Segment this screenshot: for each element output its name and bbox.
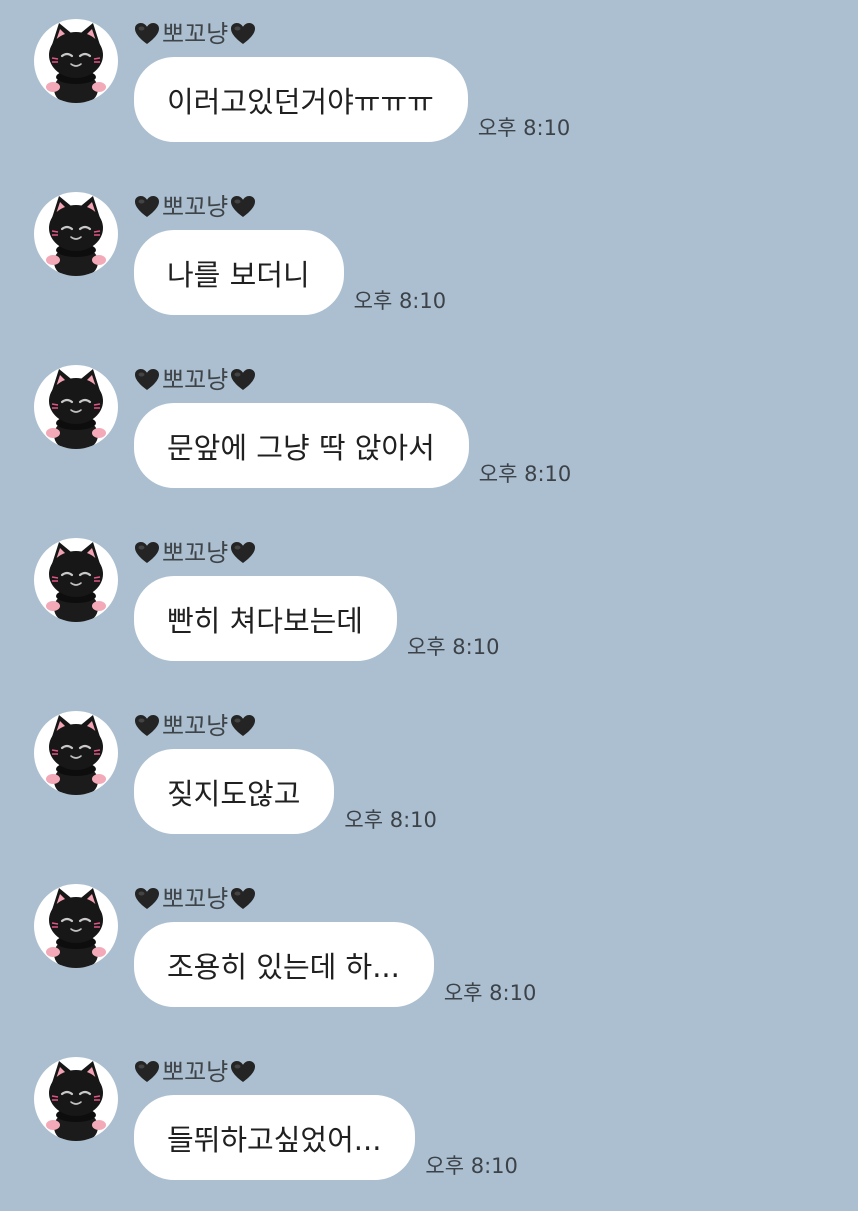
message-row: 조용히 있는데 하... 오후 8:10: [134, 922, 536, 1007]
sender-label: 뽀꼬냥: [134, 882, 256, 916]
message-timestamp: 오후 8:10: [443, 981, 537, 1005]
black-heart-icon: [230, 541, 256, 565]
sender-name: 뽀꼬냥: [162, 20, 229, 48]
message-item: 뽀꼬냥 조용히 있는데 하... 오후 8:10: [0, 865, 858, 1038]
message-row: 문앞에 그냥 딱 앉아서 오후 8:10: [134, 403, 571, 488]
cat-avatar-icon[interactable]: [34, 19, 118, 103]
sender-name: 뽀꼬냥: [162, 885, 229, 913]
cat-avatar-icon[interactable]: [34, 192, 118, 276]
message-bubble[interactable]: 나를 보더니: [134, 230, 344, 315]
message-item: 뽀꼬냥 이러고있던거야ㅠㅠㅠ 오후 8:10: [0, 0, 858, 173]
message-timestamp: 오후 8:10: [477, 116, 571, 140]
sender-label: 뽀꼬냥: [134, 190, 256, 224]
message-row: 이러고있던거야ㅠㅠㅠ 오후 8:10: [134, 57, 570, 142]
message-item: 뽀꼬냥 빤히 쳐다보는데 오후 8:10: [0, 519, 858, 692]
message-bubble[interactable]: 이러고있던거야ㅠㅠㅠ: [134, 57, 468, 142]
message-bubble[interactable]: 문앞에 그냥 딱 앉아서: [134, 403, 469, 488]
cat-avatar-icon[interactable]: [34, 365, 118, 449]
sender-label: 뽀꼬냥: [134, 17, 256, 51]
message-item: 뽀꼬냥 문앞에 그냥 딱 앉아서 오후 8:10: [0, 346, 858, 519]
sender-name: 뽀꼬냥: [162, 366, 229, 394]
message-row: 나를 보더니 오후 8:10: [134, 230, 446, 315]
black-heart-icon: [230, 887, 256, 911]
message-bubble[interactable]: 짖지도않고: [134, 749, 335, 834]
black-heart-icon: [230, 1060, 256, 1084]
message-row: 빤히 쳐다보는데 오후 8:10: [134, 576, 499, 661]
sender-label: 뽀꼬냥: [134, 709, 256, 743]
message-bubble[interactable]: 빤히 쳐다보는데: [134, 576, 397, 661]
black-heart-icon: [134, 195, 160, 219]
black-heart-icon: [230, 714, 256, 738]
black-heart-icon: [134, 368, 160, 392]
message-item: 뽀꼬냥 짖지도않고 오후 8:10: [0, 692, 858, 865]
sender-label: 뽀꼬냥: [134, 536, 256, 570]
black-heart-icon: [134, 541, 160, 565]
chat-message-list: 뽀꼬냥 이러고있던거야ㅠㅠㅠ 오후 8:10 뽀꼬냥 나를 보더니 오후 8:1…: [0, 0, 858, 1200]
cat-avatar-icon[interactable]: [34, 711, 118, 795]
black-heart-icon: [134, 1060, 160, 1084]
message-timestamp: 오후 8:10: [406, 635, 500, 659]
message-row: 짖지도않고 오후 8:10: [134, 749, 437, 834]
black-heart-icon: [230, 22, 256, 46]
message-row: 들뛰하고싶었어... 오후 8:10: [134, 1095, 518, 1180]
black-heart-icon: [230, 368, 256, 392]
sender-name: 뽀꼬냥: [162, 193, 229, 221]
message-timestamp: 오후 8:10: [344, 808, 437, 832]
cat-avatar-icon[interactable]: [34, 538, 118, 622]
sender-label: 뽀꼬냥: [134, 1055, 256, 1089]
message-bubble[interactable]: 조용히 있는데 하...: [134, 922, 434, 1007]
sender-label: 뽀꼬냥: [134, 363, 256, 397]
sender-name: 뽀꼬냥: [162, 712, 229, 740]
message-timestamp: 오후 8:10: [425, 1154, 518, 1178]
message-timestamp: 오후 8:10: [353, 289, 447, 313]
black-heart-icon: [134, 22, 160, 46]
cat-avatar-icon[interactable]: [34, 884, 118, 968]
message-timestamp: 오후 8:10: [478, 462, 572, 486]
black-heart-icon: [230, 195, 256, 219]
black-heart-icon: [134, 887, 160, 911]
cat-avatar-icon[interactable]: [34, 1057, 118, 1141]
message-bubble[interactable]: 들뛰하고싶었어...: [134, 1095, 416, 1180]
message-item: 뽀꼬냥 들뛰하고싶었어... 오후 8:10: [0, 1038, 858, 1211]
message-item: 뽀꼬냥 나를 보더니 오후 8:10: [0, 173, 858, 346]
black-heart-icon: [134, 714, 160, 738]
sender-name: 뽀꼬냥: [162, 539, 229, 567]
sender-name: 뽀꼬냥: [162, 1058, 229, 1086]
